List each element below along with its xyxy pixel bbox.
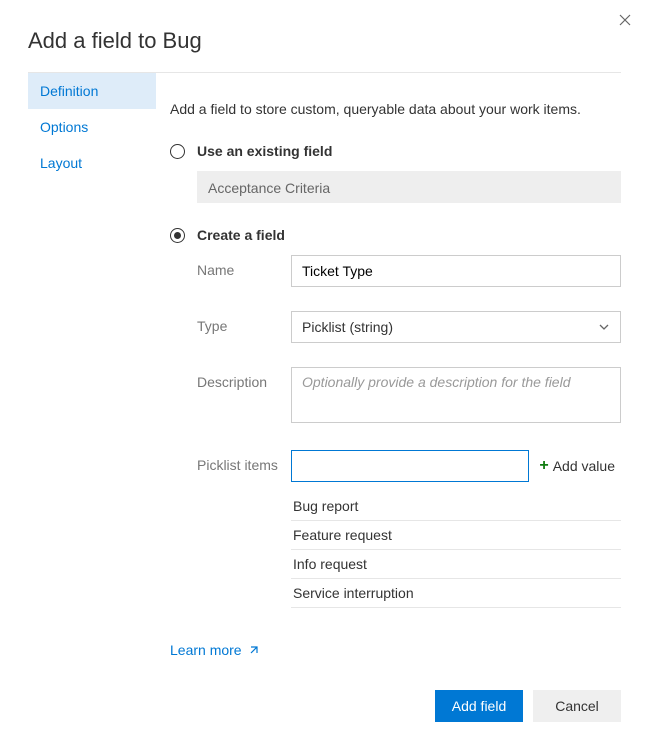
chevron-down-icon xyxy=(598,321,610,333)
description-input[interactable] xyxy=(291,367,621,423)
intro-text: Add a field to store custom, queryable d… xyxy=(170,101,621,117)
sidebar-item-definition[interactable]: Definition xyxy=(28,73,156,109)
learn-more-link[interactable]: Learn more xyxy=(170,642,260,658)
name-label: Name xyxy=(197,255,291,287)
cancel-button[interactable]: Cancel xyxy=(533,690,621,722)
radio-use-existing[interactable] xyxy=(170,144,185,159)
picklist-label: Picklist items xyxy=(197,450,291,608)
learn-more-label: Learn more xyxy=(170,642,242,658)
add-field-button[interactable]: Add field xyxy=(435,690,523,722)
picklist-new-item-input[interactable] xyxy=(291,450,529,482)
close-icon xyxy=(619,14,631,26)
picklist-item[interactable]: Service interruption xyxy=(291,579,621,608)
add-value-label: Add value xyxy=(553,458,615,474)
sidebar: Definition Options Layout xyxy=(28,73,156,658)
type-select[interactable]: Picklist (string) xyxy=(291,311,621,343)
existing-field-select: Acceptance Criteria xyxy=(197,171,621,203)
radio-create-field-label: Create a field xyxy=(197,227,285,243)
picklist-item[interactable]: Bug report xyxy=(291,492,621,521)
plus-icon: + xyxy=(539,457,548,475)
type-label: Type xyxy=(197,311,291,343)
picklist-item[interactable]: Info request xyxy=(291,550,621,579)
add-value-button[interactable]: + Add value xyxy=(529,450,621,482)
close-button[interactable] xyxy=(615,10,635,30)
sidebar-item-options[interactable]: Options xyxy=(28,109,156,145)
type-select-value: Picklist (string) xyxy=(302,319,393,335)
dialog-title: Add a field to Bug xyxy=(0,0,649,72)
radio-use-existing-label: Use an existing field xyxy=(197,143,332,159)
picklist-item[interactable]: Feature request xyxy=(291,521,621,550)
name-input[interactable] xyxy=(291,255,621,287)
radio-create-field[interactable] xyxy=(170,228,185,243)
sidebar-item-layout[interactable]: Layout xyxy=(28,145,156,181)
description-label: Description xyxy=(197,367,291,426)
external-link-icon xyxy=(248,644,260,656)
main-panel: Add a field to store custom, queryable d… xyxy=(156,73,649,658)
